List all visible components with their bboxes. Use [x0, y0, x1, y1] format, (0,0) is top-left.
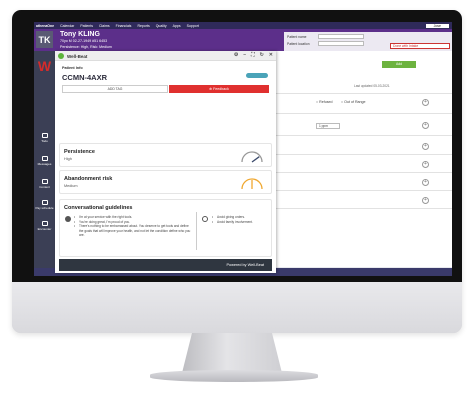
rail-todo[interactable]: Todo — [34, 133, 55, 143]
feedback-button[interactable]: ⊕ Feedback — [169, 85, 269, 93]
encounter-select[interactable] — [318, 34, 364, 39]
panel-footer: Powered by Well-Beat — [59, 259, 272, 271]
panel-header: Well-Beat ⚙ – ⛶ ↻ ✕ — [55, 51, 276, 61]
conversational-card: Conversational guidelines I'm at your se… — [59, 199, 272, 257]
persistence-card: Persistence High — [59, 143, 272, 167]
persistence-gauge — [241, 151, 263, 163]
persistence-needle — [251, 156, 260, 163]
search-input[interactable]: Jose — [425, 23, 449, 28]
refresh-icon[interactable]: ↻ — [260, 52, 264, 58]
nav-quality[interactable]: Quality — [156, 24, 167, 28]
dose-select[interactable]: 1 ppm — [316, 123, 340, 129]
content-icon — [41, 179, 48, 184]
background-app: Add Last updated 05-03-2021 ○ Refused ○ … — [276, 51, 452, 267]
add-row-icon[interactable]: + — [422, 122, 429, 129]
nav-apps[interactable]: Apps — [173, 24, 181, 28]
settings-icon[interactable]: ⚙ — [234, 52, 238, 58]
patient-banner: TK Tony KLING 70yo M 02-27-1949 #51 6453… — [34, 29, 452, 51]
well-beat-panel: Well-Beat ⚙ – ⛶ ↻ ✕ Patient Info CCMN-4A… — [55, 51, 276, 273]
persistence-value: High — [64, 157, 72, 161]
persistence-title: Persistence — [64, 149, 95, 155]
expand-icon[interactable]: ⛶ — [251, 52, 255, 58]
brand-logo[interactable]: athenaOne — [36, 24, 54, 28]
add-button[interactable]: Add — [382, 61, 416, 68]
pay-icon — [41, 200, 48, 205]
nav-financials[interactable]: Financials — [116, 24, 132, 28]
encounter-icon — [41, 221, 48, 226]
left-rail: W Todo Messages Content Pay schedule Enc… — [34, 51, 55, 268]
abandonment-gauge — [241, 178, 263, 190]
patient-info-section: Patient Info CCMN-4AXR ADD TAG ⊕ Feedbac… — [59, 64, 272, 97]
last-updated-note: Last updated 05-03-2021 — [354, 84, 390, 88]
conversational-title: Conversational guidelines — [64, 205, 133, 211]
nav-reports[interactable]: Reports — [137, 24, 149, 28]
nav-calendar[interactable]: Calendar — [60, 24, 74, 28]
panel-controls: ⚙ – ⛶ ↻ ✕ — [234, 52, 273, 58]
divider — [276, 208, 452, 209]
radio-refused[interactable]: ○ Refused — [316, 100, 333, 104]
monitor-chin — [12, 282, 462, 333]
add-tag-button[interactable]: ADD TAG — [62, 85, 168, 93]
rail-pay-schedule[interactable]: Pay schedule — [34, 200, 55, 210]
nav-support[interactable]: Support — [187, 24, 199, 28]
patient-demographics: 70yo M 02-27-1949 #51 6453 — [60, 39, 108, 43]
patient-risk: Persistence: High, Risk: Medium — [60, 44, 112, 49]
top-nav: athenaOne Calendar Patients Claims Finan… — [34, 22, 452, 29]
add-row-icon[interactable]: + — [422, 143, 429, 150]
powered-by-label: Powered by Well-Beat — [226, 263, 265, 267]
rail-encounter[interactable]: Encounter — [34, 221, 55, 231]
patient-name[interactable]: Tony KLING — [60, 31, 100, 38]
abandonment-value: Medium — [64, 184, 78, 188]
nav-claims[interactable]: Claims — [99, 24, 110, 28]
divider — [276, 135, 452, 136]
desktop-photo: athenaOne Calendar Patients Claims Finan… — [0, 0, 469, 396]
dont-item: Avoid family involvement. — [212, 220, 270, 225]
nav-right: Jose — [425, 23, 452, 28]
divider — [276, 172, 452, 173]
add-row-icon[interactable]: + — [422, 179, 429, 186]
divider — [276, 190, 452, 191]
screen: athenaOne Calendar Patients Claims Finan… — [34, 22, 452, 276]
radio-out-of-range[interactable]: ○ Out of Range — [341, 100, 366, 104]
encounter-label: Patient name — [287, 35, 307, 39]
dont-list: Avoid giving orders. Avoid family involv… — [212, 215, 270, 224]
minimize-icon[interactable]: – — [243, 52, 246, 58]
add-row-icon[interactable]: + — [422, 197, 429, 204]
abandonment-card: Abandonment risk Medium — [59, 170, 272, 194]
add-row-icon[interactable]: + — [422, 99, 429, 106]
abandonment-title: Abandonment risk — [64, 176, 113, 182]
panel-title: Well-Beat — [67, 53, 88, 59]
patient-info-label: Patient Info — [62, 66, 83, 70]
column-divider — [196, 212, 197, 250]
status-pill — [246, 73, 268, 78]
todo-icon — [41, 133, 48, 138]
messages-icon — [41, 156, 48, 161]
do-item: There's nothing to be embarrassed about.… — [74, 224, 192, 238]
divider — [276, 154, 452, 155]
monitor-base — [150, 370, 318, 382]
well-beat-logo: W — [37, 58, 52, 74]
do-list: I'm at your service with the right tools… — [74, 215, 192, 238]
divider — [276, 93, 452, 94]
monitor-stand — [182, 333, 282, 373]
prohibited-icon — [202, 216, 208, 222]
rail-messages[interactable]: Messages — [34, 156, 55, 166]
rail-content[interactable]: Content — [34, 179, 55, 189]
done-intake-select[interactable]: Done with Intake — [390, 43, 450, 49]
location-label: Patient location — [287, 42, 310, 46]
avatar: TK — [36, 31, 53, 48]
divider — [276, 113, 452, 114]
close-icon[interactable]: ✕ — [269, 52, 273, 58]
add-row-icon[interactable]: + — [422, 161, 429, 168]
location-select[interactable] — [318, 41, 364, 46]
check-icon — [65, 216, 71, 222]
patient-id: CCMN-4AXR — [62, 73, 107, 82]
nav-patients[interactable]: Patients — [80, 24, 93, 28]
status-dot-icon — [58, 53, 64, 59]
